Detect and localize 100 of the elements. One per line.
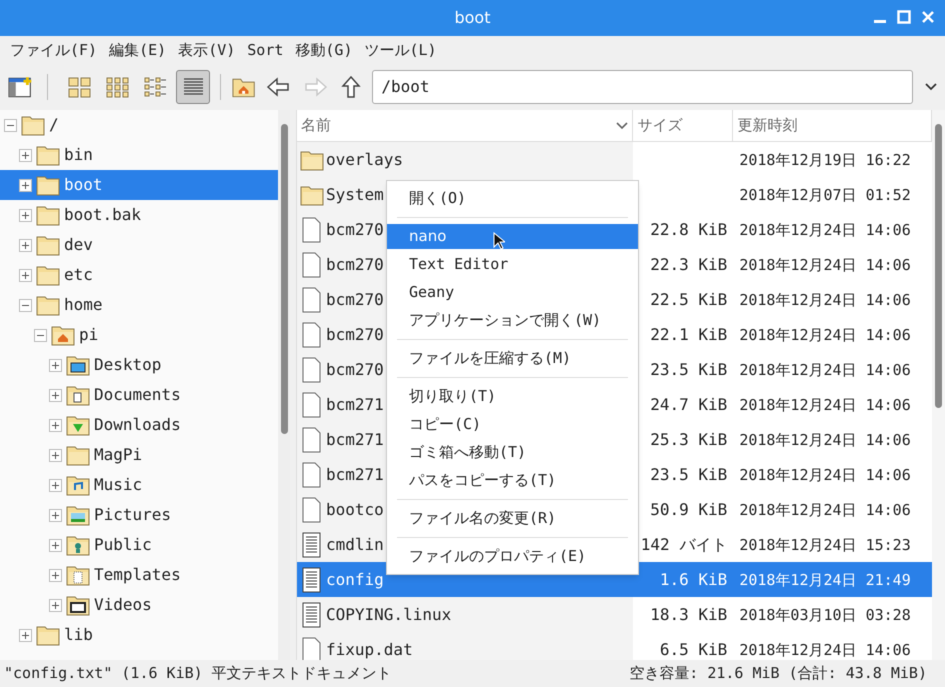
expand-icon[interactable] bbox=[19, 628, 32, 642]
expand-icon[interactable] bbox=[49, 538, 62, 552]
tree-item[interactable]: Music bbox=[0, 470, 278, 500]
folder-icon bbox=[21, 114, 45, 136]
file-size: 6.5 KiB bbox=[660, 638, 728, 660]
view-icon bbox=[66, 74, 92, 100]
tree-item[interactable]: boot bbox=[0, 170, 278, 200]
file-name: bcm270 bbox=[326, 288, 384, 310]
expand-icon[interactable] bbox=[19, 148, 32, 162]
tree-item[interactable]: home bbox=[0, 290, 278, 320]
expand-icon[interactable] bbox=[49, 448, 62, 462]
status-text: "config.txt" (1.6 KiB) 平文テキストドキュメント bbox=[4, 663, 392, 684]
collapse-icon[interactable] bbox=[4, 118, 17, 132]
folder-icon bbox=[300, 148, 324, 170]
menu-item[interactable]: Sort bbox=[241, 38, 290, 62]
menu-item[interactable]: ファイルを圧縮する(M) bbox=[387, 346, 638, 371]
menu-item[interactable]: 編集(E) bbox=[103, 38, 172, 62]
tree-item[interactable]: boot.bak bbox=[0, 200, 278, 230]
modified-time: 2018年12月24日 14:06 bbox=[739, 396, 911, 414]
file-name: config bbox=[326, 568, 384, 590]
expand-icon[interactable] bbox=[19, 208, 32, 222]
file-size: 22.5 KiB bbox=[650, 288, 728, 310]
tree-item[interactable]: etc bbox=[0, 260, 278, 290]
menu-item[interactable]: 移動(G) bbox=[289, 38, 358, 62]
expand-icon[interactable] bbox=[19, 178, 32, 192]
videos-folder-icon bbox=[66, 594, 90, 616]
expand-icon[interactable] bbox=[49, 358, 62, 372]
collapse-icon[interactable] bbox=[34, 328, 47, 342]
file-size: 23.5 KiB bbox=[650, 464, 728, 486]
menu-item[interactable]: ファイル(F) bbox=[4, 38, 104, 62]
file-name: bcm270 bbox=[326, 358, 384, 380]
tree-item[interactable]: Desktop bbox=[0, 350, 278, 380]
scrollbar[interactable] bbox=[932, 110, 945, 660]
modified-time: 2018年12月24日 14:06 bbox=[739, 256, 911, 274]
maximize-icon[interactable] bbox=[897, 10, 911, 24]
file-size: 22.3 KiB bbox=[650, 254, 728, 276]
new-window-icon[interactable] bbox=[8, 75, 34, 99]
expand-icon[interactable] bbox=[49, 478, 62, 492]
expand-icon[interactable] bbox=[19, 238, 32, 252]
expand-icon[interactable] bbox=[49, 568, 62, 582]
expand-icon[interactable] bbox=[49, 508, 62, 522]
menu-item[interactable]: ツール(L) bbox=[358, 38, 443, 62]
menu-item[interactable]: アプリケーションで開く(W) bbox=[387, 308, 638, 333]
expand-icon[interactable] bbox=[49, 598, 62, 612]
templates-folder-icon bbox=[66, 564, 90, 586]
file-name: System bbox=[326, 184, 384, 206]
modified-time: 2018年12月24日 15:23 bbox=[739, 536, 911, 554]
file-size: 18.3 KiB bbox=[650, 604, 728, 626]
modified-time: 2018年12月24日 14:06 bbox=[739, 326, 911, 344]
folder-icon bbox=[36, 624, 60, 646]
menu-item[interactable]: nano bbox=[387, 224, 638, 249]
menu-item[interactable]: ゴミ箱へ移動(T) bbox=[387, 440, 638, 465]
menu-item[interactable]: コピー(C) bbox=[387, 412, 638, 437]
close-icon[interactable] bbox=[921, 10, 935, 24]
file-size: 25.3 KiB bbox=[650, 428, 728, 450]
tree-item[interactable]: Documents bbox=[0, 380, 278, 410]
file-name: bcm271 bbox=[326, 464, 384, 486]
tree-item[interactable]: Videos bbox=[0, 590, 278, 620]
menu-item[interactable]: 開く(O) bbox=[387, 186, 638, 211]
modified-time: 2018年12月24日 14:06 bbox=[739, 466, 911, 484]
view-icon bbox=[142, 74, 168, 100]
tree-item[interactable]: Templates bbox=[0, 560, 278, 590]
downloads-folder-icon bbox=[66, 414, 90, 436]
location-field[interactable]: /boot bbox=[372, 70, 914, 104]
collapse-icon[interactable] bbox=[19, 298, 32, 312]
tree-item[interactable]: MagPi bbox=[0, 440, 278, 470]
view-icon bbox=[104, 74, 130, 100]
file-name: bcm270 bbox=[326, 324, 384, 346]
expand-icon[interactable] bbox=[19, 268, 32, 282]
expand-icon[interactable] bbox=[49, 388, 62, 402]
tree-item[interactable]: / bbox=[0, 110, 278, 140]
window-title: boot bbox=[454, 7, 490, 29]
tree-item[interactable]: dev bbox=[0, 230, 278, 260]
tree-item[interactable]: lib bbox=[0, 620, 278, 650]
modified-time: 2018年12月24日 14:06 bbox=[739, 430, 911, 448]
menu-item[interactable]: パスをコピーする(T) bbox=[387, 468, 638, 493]
column-header[interactable]: 名前 bbox=[297, 110, 634, 141]
column-header[interactable]: サイズ bbox=[633, 110, 734, 141]
menu-item[interactable]: Geany bbox=[387, 280, 638, 305]
tree-item[interactable]: Public bbox=[0, 530, 278, 560]
tree-item[interactable]: bin bbox=[0, 140, 278, 170]
menu-item[interactable]: ファイル名の変更(R) bbox=[387, 506, 638, 531]
sort-caret-icon bbox=[616, 122, 628, 130]
tree-item[interactable]: Downloads bbox=[0, 410, 278, 440]
file-name: cmdlin bbox=[326, 534, 384, 556]
menu-item[interactable]: 切り取り(T) bbox=[387, 384, 638, 409]
tree-item[interactable]: pi bbox=[0, 320, 278, 350]
folder-icon bbox=[36, 204, 60, 226]
folder-icon bbox=[66, 444, 90, 466]
menu-item[interactable]: 表示(V) bbox=[172, 38, 242, 62]
modified-time: 2018年03月10日 03:28 bbox=[739, 606, 911, 624]
detail-list-view-button[interactable] bbox=[176, 70, 210, 104]
file-name: bcm271 bbox=[326, 394, 384, 416]
file-name: bcm271 bbox=[326, 428, 384, 450]
expand-icon[interactable] bbox=[49, 418, 62, 432]
menu-item[interactable]: Text Editor bbox=[387, 252, 638, 277]
tree-item[interactable]: Pictures bbox=[0, 500, 278, 530]
dropdown-caret-icon[interactable] bbox=[925, 83, 937, 91]
file-size: 1.6 KiB bbox=[660, 568, 728, 590]
modified-time: 2018年12月07日 01:52 bbox=[739, 186, 911, 204]
